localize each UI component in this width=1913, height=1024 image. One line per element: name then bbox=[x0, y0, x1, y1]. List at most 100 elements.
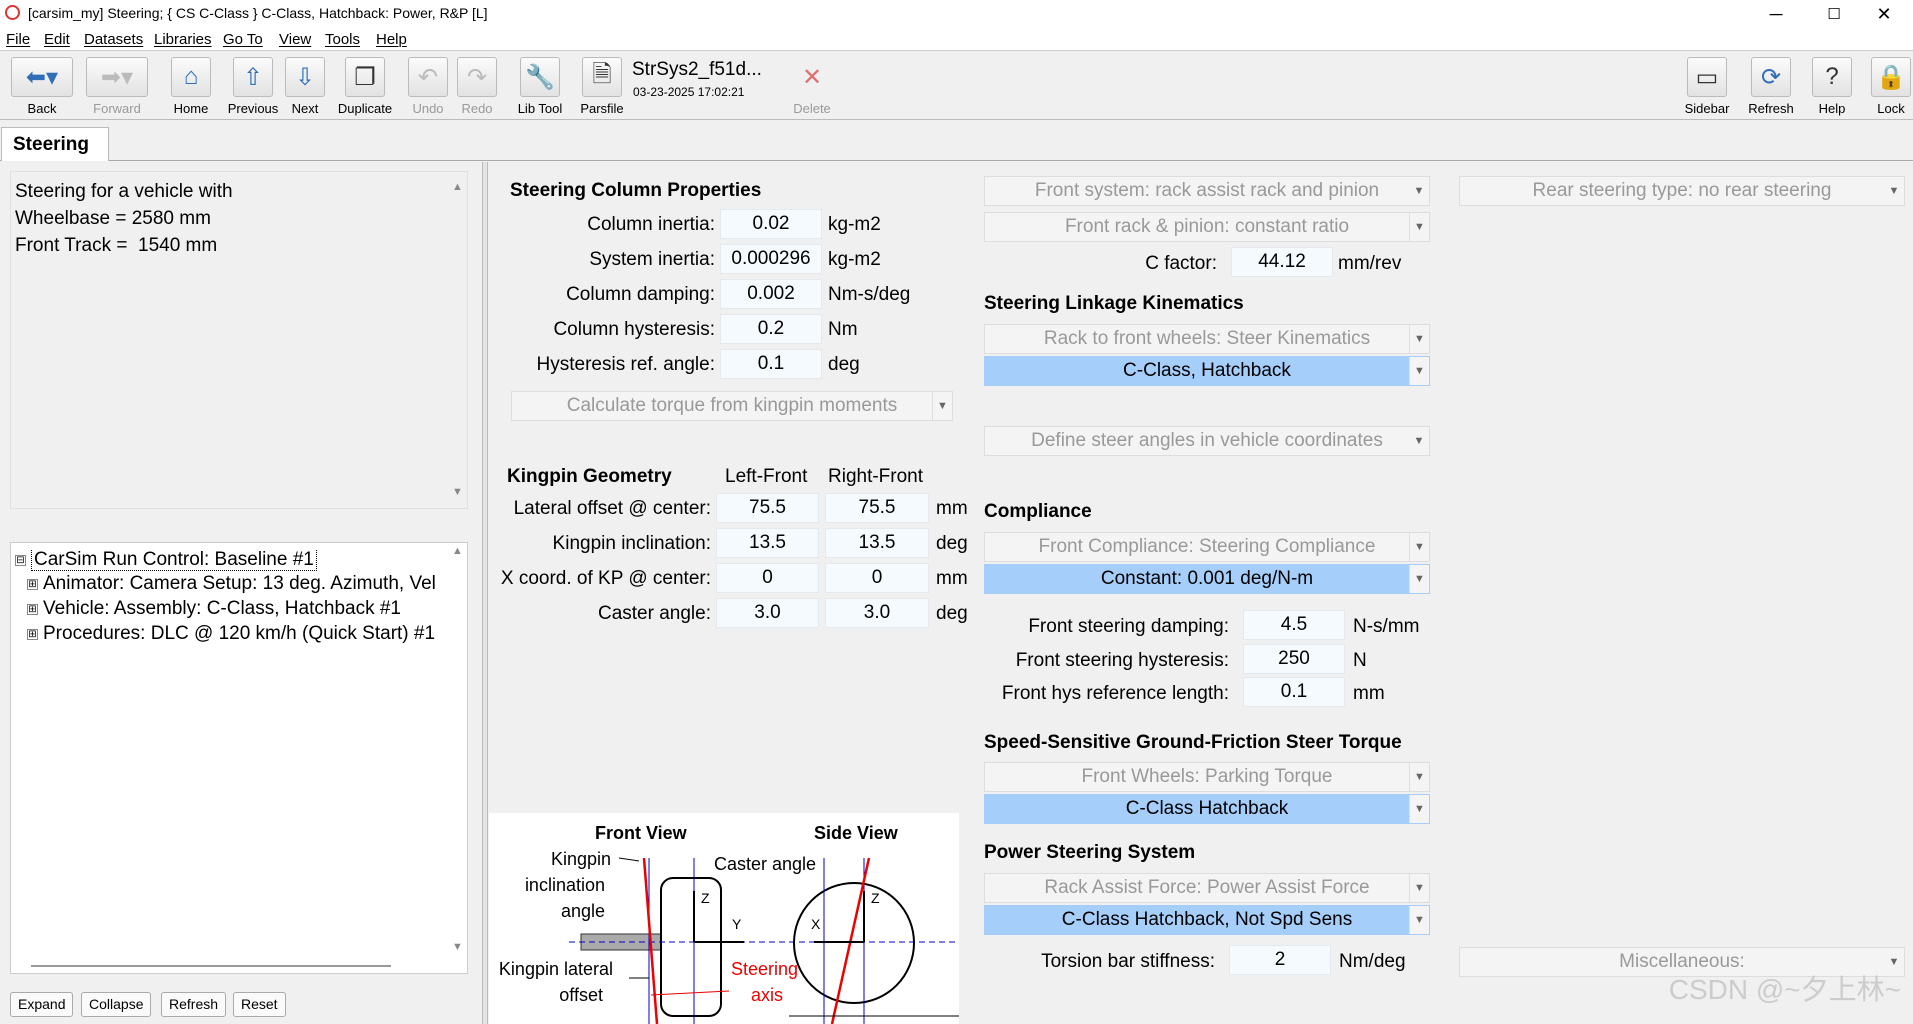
expand-icon[interactable]: ⊞ bbox=[27, 629, 38, 640]
menu-help[interactable]: Help bbox=[376, 31, 407, 48]
chevron-down-icon: ▼ bbox=[1409, 874, 1429, 902]
caster-angle-left-field[interactable]: 3.0 bbox=[716, 598, 819, 628]
torsion-bar-label: Torsion bar stiffness: bbox=[1041, 951, 1215, 972]
speed-torque-dataset-link[interactable]: C-Class Hatchback ▼ bbox=[984, 794, 1430, 824]
sidebar-button[interactable]: ▭ Sidebar bbox=[1682, 57, 1732, 117]
collapse-icon[interactable]: ⊟ bbox=[15, 555, 26, 566]
front-system-value: Front system: rack assist rack and pinio… bbox=[1034, 180, 1380, 201]
linkage-dropdown[interactable]: Rack to front wheels: Steer Kinematics ▼ bbox=[984, 324, 1430, 354]
compliance-dataset-link[interactable]: Constant: 0.001 deg/N-m ▼ bbox=[984, 564, 1430, 594]
column-damping-field[interactable]: 0.002 bbox=[720, 279, 822, 309]
duplicate-button[interactable]: ❐ Duplicate bbox=[334, 57, 396, 117]
tree-item-animator[interactable]: ⊞ Animator: Camera Setup: 13 deg. Azimuth… bbox=[27, 573, 459, 595]
menu-datasets[interactable]: Datasets bbox=[84, 31, 143, 48]
system-inertia-field[interactable]: 0.000296 bbox=[720, 244, 822, 274]
delete-x-icon: ✕ bbox=[801, 63, 823, 91]
back-arrow-icon: ⬅▾ bbox=[11, 57, 73, 97]
right-front-header: Right-Front bbox=[828, 466, 924, 487]
redo-button[interactable]: ↷ Redo bbox=[455, 57, 499, 117]
lateral-offset-left-field[interactable]: 75.5 bbox=[716, 493, 819, 523]
panel-splitter[interactable] bbox=[482, 162, 488, 1024]
x-coord-kp-left-field[interactable]: 0 bbox=[716, 563, 819, 593]
rear-steering-dropdown[interactable]: Rear steering type: no rear steering ▼ bbox=[1459, 176, 1905, 206]
kp-incl-label-1: Kingpin bbox=[551, 849, 611, 869]
front-hysteresis-unit: N bbox=[1353, 650, 1367, 671]
expand-icon[interactable]: ⊞ bbox=[27, 604, 38, 615]
home-button[interactable]: ⌂ Home bbox=[169, 57, 213, 117]
hys-ref-length-field[interactable]: 0.1 bbox=[1243, 677, 1345, 707]
kp-lateral-label-1: Kingpin lateral bbox=[499, 959, 613, 979]
minimize-button[interactable]: ─ bbox=[1747, 0, 1805, 28]
undo-button[interactable]: ↶ Undo bbox=[406, 57, 450, 117]
torque-calc-dropdown[interactable]: Calculate torque from kingpin moments ▼ bbox=[511, 391, 953, 421]
front-damping-field[interactable]: 4.5 bbox=[1243, 610, 1345, 640]
rack-ratio-dropdown[interactable]: Front rack & pinion: constant ratio ▼ bbox=[984, 212, 1430, 242]
steering-axis-label-1: Steering bbox=[731, 959, 798, 979]
forward-button[interactable]: ➡▾ Forward bbox=[83, 57, 151, 117]
back-button[interactable]: ⬅▾ Back bbox=[8, 57, 76, 117]
menu-edit[interactable]: Edit bbox=[44, 31, 70, 48]
reset-button[interactable]: Reset bbox=[233, 992, 286, 1017]
refresh-button[interactable]: ⟳ Refresh bbox=[1746, 57, 1796, 117]
parsfile-button[interactable]: 🗎 Parsfile bbox=[578, 57, 626, 117]
menu-file[interactable]: File bbox=[6, 31, 30, 48]
speed-torque-title: Speed-Sensitive Ground-Friction Steer To… bbox=[984, 732, 1402, 753]
tree-item-vehicle[interactable]: ⊞ Vehicle: Assembly: C-Class, Hatchback #… bbox=[27, 598, 459, 620]
tab-steering[interactable]: Steering bbox=[1, 127, 109, 161]
x-coord-kp-right-field[interactable]: 0 bbox=[825, 563, 929, 593]
hysteresis-ref-angle-field[interactable]: 0.1 bbox=[720, 349, 822, 379]
front-hysteresis-field[interactable]: 250 bbox=[1243, 644, 1345, 674]
menu-goto[interactable]: Go To bbox=[223, 31, 263, 48]
notes-scrollbar[interactable]: ▲ ▼ bbox=[449, 172, 467, 508]
refresh-tree-button[interactable]: Refresh bbox=[161, 992, 227, 1017]
lock-button[interactable]: 🔒 Lock bbox=[1869, 57, 1913, 117]
compliance-dropdown[interactable]: Front Compliance: Steering Compliance ▼ bbox=[984, 532, 1430, 562]
menu-view[interactable]: View bbox=[279, 31, 311, 48]
speed-torque-dropdown[interactable]: Front Wheels: Parking Torque ▼ bbox=[984, 762, 1430, 792]
wrench-icon: 🔧 bbox=[520, 57, 560, 97]
kp-incl-label-3: angle bbox=[561, 901, 605, 921]
power-steering-dropdown[interactable]: Rack Assist Force: Power Assist Force ▼ bbox=[984, 873, 1430, 903]
lateral-offset-right-field[interactable]: 75.5 bbox=[825, 493, 929, 523]
menu-libraries[interactable]: Libraries bbox=[154, 31, 212, 48]
steer-angles-dropdown[interactable]: Define steer angles in vehicle coordinat… bbox=[984, 426, 1430, 456]
close-button[interactable]: ✕ bbox=[1855, 0, 1913, 28]
chevron-down-icon: ▼ bbox=[932, 392, 952, 420]
linkage-dataset-link[interactable]: C-Class, Hatchback ▼ bbox=[984, 356, 1430, 386]
front-damping-label: Front steering damping: bbox=[1028, 616, 1229, 637]
cfactor-label: C factor: bbox=[1145, 253, 1217, 274]
column-inertia-unit: kg-m2 bbox=[828, 214, 881, 235]
notes-text[interactable]: Steering for a vehicle with Wheelbase = … bbox=[10, 171, 468, 509]
front-system-dropdown[interactable]: Front system: rack assist rack and pinio… bbox=[984, 176, 1430, 206]
cfactor-unit: mm/rev bbox=[1338, 253, 1402, 274]
lib-tool-button[interactable]: 🔧 Lib Tool bbox=[514, 57, 566, 117]
tree-hscrollbar[interactable] bbox=[31, 965, 391, 967]
chevron-down-icon: ▼ bbox=[1413, 435, 1425, 447]
tree-root[interactable]: ⊟ CarSim Run Control: Baseline #1 bbox=[15, 549, 451, 571]
power-steering-dataset-link[interactable]: C-Class Hatchback, Not Spd Sens ▼ bbox=[984, 905, 1430, 935]
expand-button[interactable]: Expand bbox=[10, 992, 74, 1017]
kingpin-inclination-right-field[interactable]: 13.5 bbox=[825, 528, 929, 558]
next-button[interactable]: ⇩ Next bbox=[283, 57, 327, 117]
hys-ref-length-label: Front hys reference length: bbox=[1001, 683, 1229, 704]
tree-vscrollbar[interactable]: ▲ ▼ bbox=[449, 543, 467, 973]
window-title: [carsim_my] Steering; { CS C-Class } C-C… bbox=[28, 5, 488, 21]
torsion-bar-field[interactable]: 2 bbox=[1229, 945, 1331, 975]
collapse-button[interactable]: Collapse bbox=[81, 992, 152, 1017]
expand-icon[interactable]: ⊞ bbox=[27, 579, 38, 590]
column-title: Steering Column Properties bbox=[510, 180, 762, 201]
chevron-down-icon: ▼ bbox=[1409, 906, 1429, 934]
menu-tools[interactable]: Tools bbox=[325, 31, 360, 48]
delete-button[interactable]: ✕ Delete bbox=[790, 57, 834, 117]
cfactor-field[interactable]: 44.12 bbox=[1231, 247, 1333, 277]
help-button[interactable]: ? Help bbox=[1810, 57, 1854, 117]
menu-bar: File Edit Datasets Libraries Go To View … bbox=[0, 28, 1913, 51]
home-icon: ⌂ bbox=[171, 57, 211, 97]
column-inertia-field[interactable]: 0.02 bbox=[720, 209, 822, 239]
previous-button[interactable]: ⇧ Previous bbox=[226, 57, 280, 117]
caster-angle-right-field[interactable]: 3.0 bbox=[825, 598, 929, 628]
dataset-name[interactable]: StrSys2_f51d... bbox=[632, 59, 762, 81]
kingpin-inclination-left-field[interactable]: 13.5 bbox=[716, 528, 819, 558]
tree-item-procedures[interactable]: ⊞ Procedures: DLC @ 120 km/h (Quick Start… bbox=[27, 623, 459, 645]
column-hysteresis-field[interactable]: 0.2 bbox=[720, 314, 822, 344]
